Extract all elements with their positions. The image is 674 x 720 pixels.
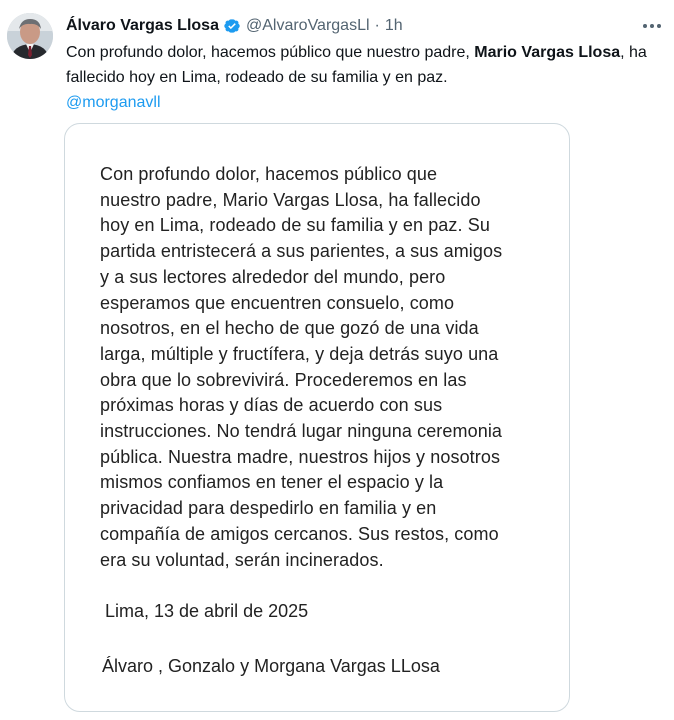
letter-line: instrucciones. No tendrá lugar ninguna c… — [100, 421, 503, 442]
tweet-text-bold-name: Mario Vargas Llosa — [474, 44, 621, 61]
tweet-text-part1: Con profundo dolor, hacemos público que … — [66, 44, 475, 61]
letter-line: pública. Nuestra madre, nuestros hijos y… — [100, 446, 501, 467]
letter-date: Lima, 13 de abril de 2025 — [105, 601, 309, 621]
mention-link[interactable]: @morganavll — [66, 90, 666, 115]
letter-line: mismos confiamos en tener el espacio y l… — [100, 472, 444, 493]
avatar[interactable] — [7, 13, 53, 59]
more-options-icon[interactable] — [638, 16, 666, 36]
letter-line: partida entristecerá a sus parientes, a … — [100, 241, 503, 262]
letter-line: era su voluntad, serán incinerados. — [100, 549, 384, 570]
author-handle[interactable]: @AlvaroVargasLl — [246, 17, 370, 35]
letter-line: nosotros, en el hecho de que gozó de una… — [100, 318, 479, 339]
tweet[interactable]: Álvaro Vargas Llosa @AlvaroVargasLl · 1h… — [0, 0, 674, 720]
letter-line: nuestro padre, Mario Vargas Llosa, ha fa… — [100, 189, 481, 210]
verified-badge-icon — [223, 17, 241, 35]
tweet-text: Con profundo dolor, hacemos público que … — [66, 40, 666, 115]
letter-line: y a sus lectores alrededor del mundo, pe… — [100, 266, 446, 287]
letter-line: obra que lo sobrevivirá. Procederemos en… — [100, 369, 467, 390]
letter-line: privacidad para despedirlo en familia y … — [100, 498, 437, 519]
attached-image[interactable]: Con profundo dolor, hacemos público que … — [64, 123, 570, 712]
timestamp[interactable]: 1h — [385, 17, 403, 35]
letter-line: larga, múltiple y fructífera, y deja det… — [100, 343, 499, 364]
avatar-image — [7, 13, 53, 59]
letter-text: Con profundo dolor, hacemos público que … — [100, 162, 550, 573]
letter-signature: Álvaro , Gonzalo y Morgana Vargas LLosa — [102, 656, 440, 676]
separator-dot: · — [374, 17, 380, 34]
letter-line: esperamos que encuentren consuelo, como — [100, 292, 455, 313]
letter-line: próximas horas y días de acuerdo con sus — [100, 395, 443, 416]
letter-line: compañía de amigos cercanos. Sus restos,… — [100, 523, 499, 544]
author-name[interactable]: Álvaro Vargas Llosa — [66, 17, 219, 35]
tweet-header: Álvaro Vargas Llosa @AlvaroVargasLl · 1h — [66, 13, 654, 39]
letter-line: Con profundo dolor, hacemos público que — [100, 164, 438, 184]
letter-line: hoy en Lima, rodeado de su familia y en … — [100, 215, 490, 236]
